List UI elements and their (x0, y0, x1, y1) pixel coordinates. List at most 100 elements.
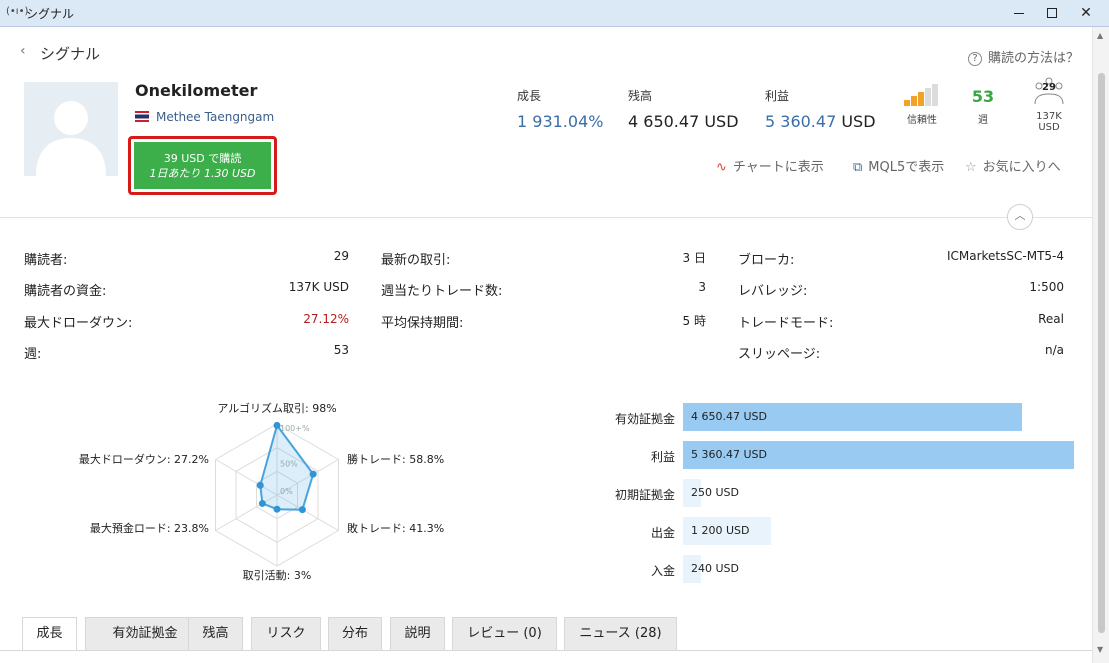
radar-data-shape (259, 423, 315, 511)
bar-value-label: 4 650.47 USD (691, 410, 767, 423)
info-avg-holding-label: 平均保持期間: (381, 316, 464, 331)
tab-distribution[interactable]: 分布 (328, 617, 382, 651)
radar-tick-label: 100+% (280, 424, 310, 433)
scroll-down-arrow-icon[interactable]: ▼ (1097, 645, 1103, 654)
stat-profit-value: 5 360.47 USD (765, 112, 876, 131)
chevron-up-icon: ︿ (1014, 209, 1026, 222)
tab-reviews[interactable]: レビュー (0) (452, 617, 557, 651)
stat-profit: 利益 5 360.47 USD (765, 87, 876, 131)
author-link[interactable]: Methee Taengngam (135, 110, 274, 124)
subscribers-indicator: 29 137K USD (1025, 76, 1073, 133)
info-subscribers-value: 29 (333, 249, 349, 263)
stat-profit-number: 5 360.47 (765, 112, 837, 131)
scroll-up-arrow-icon[interactable]: ▲ (1097, 31, 1103, 40)
info-leverage-value: 1:500 (1029, 280, 1064, 294)
info-latest-trade-label: 最新の取引: (381, 253, 451, 268)
info-trades-per-week-label: 週当たりトレード数: (381, 284, 503, 299)
tab-risk[interactable]: リスク (251, 617, 321, 651)
tab-growth[interactable]: 成長 (22, 617, 77, 651)
radar-point (273, 421, 281, 429)
bar-value-label: 5 360.47 USD (691, 448, 767, 461)
weeks-value: 53 (971, 87, 995, 106)
author-name: Methee Taengngam (156, 110, 275, 124)
radar-point (309, 470, 317, 478)
minimize-button[interactable] (1002, 0, 1036, 27)
star-icon: ☆ (965, 160, 977, 175)
tab-description[interactable]: 説明 (390, 617, 445, 651)
subscribe-button[interactable]: 39 USD で購読 1日あたり 1.30 USD (134, 142, 271, 189)
info-leverage-label: レバレッジ: (738, 284, 808, 299)
subscribe-price: 39 USD で購読 (163, 152, 242, 165)
tab-equity[interactable]: 有効証拠金 (85, 617, 205, 651)
bar-category-label: 出金 (650, 526, 675, 540)
close-icon: ✕ (1080, 5, 1092, 21)
reliability-label: 信頼性 (907, 115, 937, 126)
info-slippage-label: スリッページ: (738, 347, 821, 362)
back-chevron-icon[interactable]: ‹ (20, 43, 26, 59)
radar-axis-label: 最大預金ロード: 23.8% (90, 521, 209, 535)
reliability-indicator: 信頼性 (902, 84, 942, 126)
info-subscribers-label: 購読者: (24, 253, 68, 268)
info-broker-label: ブローカ: (738, 253, 795, 268)
info-latest-trade-value: 3 日 (682, 251, 706, 265)
info-max-drawdown-value: 27.12% (303, 312, 349, 326)
show-on-chart-label: チャートに表示 (732, 160, 824, 175)
close-button[interactable]: ✕ (1069, 0, 1103, 27)
chart-line-icon: ∿ (716, 160, 727, 175)
stat-growth-label: 成長 (517, 89, 542, 103)
radar-point (273, 505, 281, 513)
collapse-button[interactable]: ︿ (1007, 204, 1033, 230)
radar-point (258, 499, 266, 507)
radar-point (256, 481, 264, 489)
radar-point (298, 506, 306, 514)
bar-value-label: 240 USD (691, 562, 739, 575)
info-max-drawdown-label: 最大ドローダウン: (24, 316, 133, 331)
radar-axis-label: 最大ドローダウン: 27.2% (79, 452, 209, 466)
radar-axis-label: 取引活動: 3% (243, 568, 312, 582)
tab-news[interactable]: ニュース (28) (564, 617, 677, 651)
window-title: シグナル (26, 7, 75, 21)
scrollbar-thumb[interactable] (1098, 73, 1105, 633)
default-user-icon (36, 101, 106, 176)
radar-chart: 100+%50%0% アルゴリズム取引: 98%勝トレード: 58.8%敗トレー… (79, 401, 444, 582)
info-slippage-value: n/a (1044, 343, 1064, 357)
tab-bar-baseline (0, 650, 1092, 651)
tab-balance[interactable]: 残高 (188, 617, 243, 651)
radar-axis-label: 敗トレード: 41.3% (347, 521, 444, 535)
info-weeks-label: 週: (24, 347, 42, 362)
view-on-mql5-label: MQL5で表示 (868, 160, 945, 175)
weeks-indicator: 53 週 (966, 87, 1000, 126)
vertical-scrollbar[interactable]: ▲ ▼ (1092, 27, 1109, 663)
info-avg-holding-value: 5 時 (682, 314, 706, 328)
stat-growth-value: 1 931.04% (517, 112, 604, 131)
subscribe-daily-price: 1日あたり 1.30 USD (149, 167, 256, 180)
info-trades-per-week-value: 3 (698, 280, 706, 294)
howto-label: 購読の方法は？ (988, 51, 1080, 66)
minimize-icon (1014, 12, 1024, 14)
stat-balance: 残高 4 650.47 USD (628, 87, 739, 131)
radar-axis-label: アルゴリズム取引: 98% (217, 401, 336, 415)
question-circle-icon: ? (968, 52, 982, 66)
maximize-button[interactable] (1035, 0, 1069, 27)
stat-profit-label: 利益 (765, 89, 790, 103)
view-on-mql5-link[interactable]: ⧉ MQL5で表示 (853, 156, 944, 175)
signal-name: Onekilometer (135, 81, 258, 100)
add-to-favorites-link[interactable]: ☆ お気に入りへ (965, 156, 1061, 175)
maximize-icon (1047, 8, 1057, 18)
show-on-chart-link[interactable]: ∿ チャートに表示 (716, 156, 824, 175)
weeks-label: 週 (978, 115, 988, 126)
add-to-favorites-label: お気に入りへ (982, 160, 1061, 175)
external-link-icon: ⧉ (853, 160, 863, 175)
bar-category-label: 入金 (650, 564, 675, 578)
window-titlebar: (•ı•) シグナル ✕ (0, 0, 1109, 27)
reliability-bars-icon (902, 84, 942, 106)
radar-axis-label: 勝トレード: 58.8% (347, 452, 444, 466)
bar-value-label: 1 200 USD (691, 524, 750, 537)
info-trade-mode-label: トレードモード: (738, 316, 834, 331)
info-broker-value: ICMarketsSC-MT5-4 (946, 249, 1064, 263)
page-title[interactable]: シグナル (40, 43, 100, 64)
howto-link[interactable]: ? 購読の方法は？ (968, 47, 1079, 66)
bar-value-label: 250 USD (691, 486, 739, 499)
thailand-flag-icon (135, 111, 149, 122)
stat-balance-label: 残高 (628, 89, 653, 103)
